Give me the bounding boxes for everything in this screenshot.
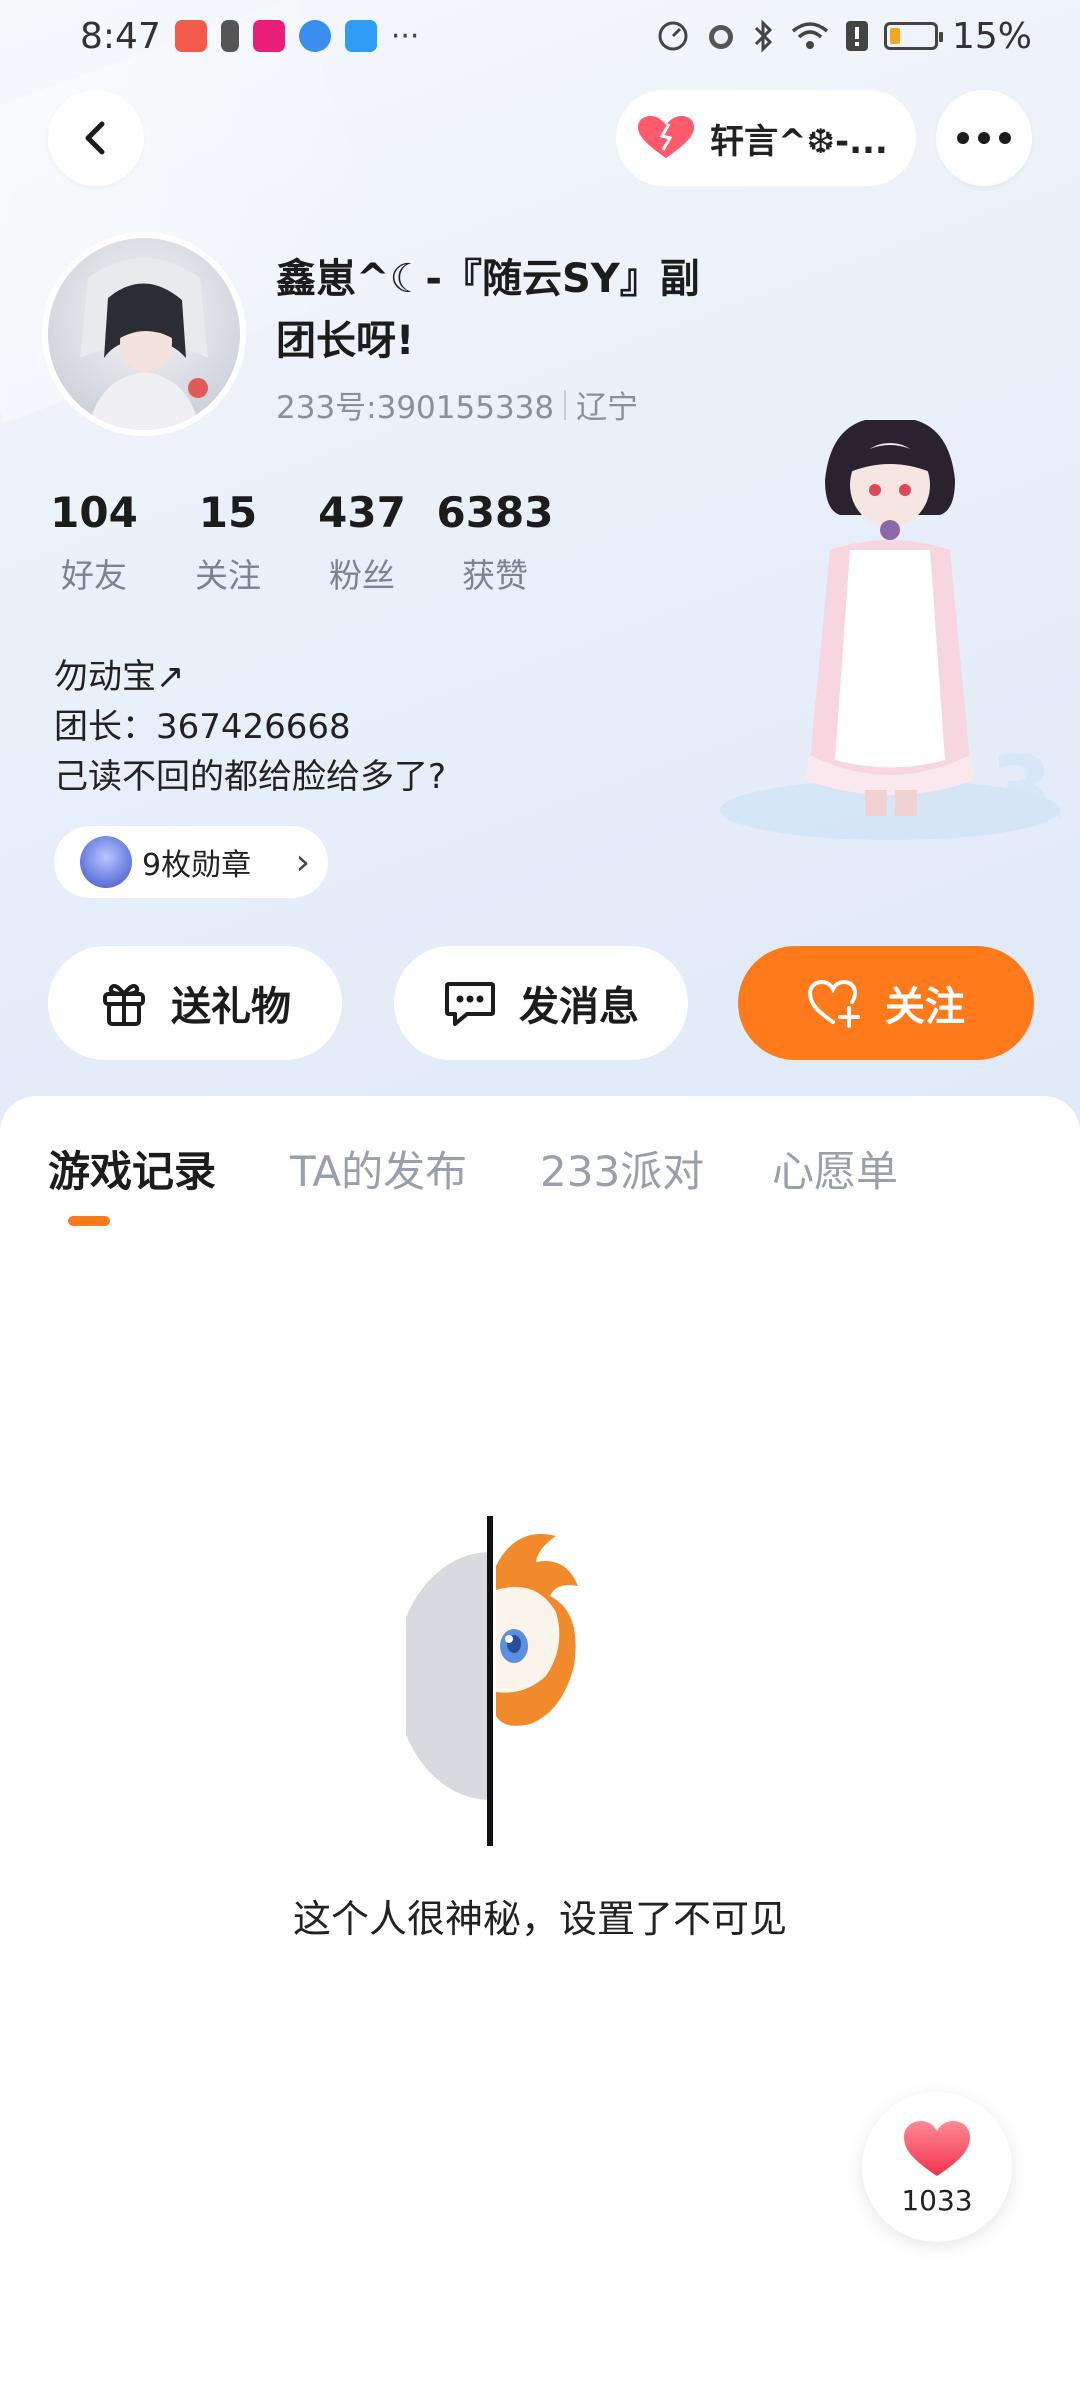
tab-indicator (68, 1216, 110, 1226)
alarm-icon (708, 25, 733, 49)
back-button[interactable] (48, 90, 144, 186)
hidden-content-illustration (406, 1516, 578, 1846)
stat-value: 6383 (436, 488, 554, 537)
like-count: 1033 (901, 2183, 973, 2217)
stat-label: 获赞 (462, 556, 528, 595)
send-message-label: 发消息 (519, 984, 639, 1030)
profile-hero: 8:47 ··· 15% 轩言^❆-... 鑫崽^☾-『随云SY』副团长呀! 2… (0, 0, 1080, 1140)
uid-line: 233号:390155338 辽宁 (276, 382, 638, 427)
stat-fans[interactable]: 437 粉丝 (318, 488, 406, 597)
gift-icon (103, 984, 145, 1026)
visitor-name: 轩言^❆-... (710, 121, 888, 162)
stat-label: 关注 (195, 556, 261, 595)
huawei-app-icon (174, 20, 207, 52)
avatar-image (48, 238, 240, 430)
bio: 勿动宝↗ 团长：367426668 己读不回的都给脸给多了? (54, 652, 446, 802)
divider (564, 389, 567, 420)
stat-friends[interactable]: 104 好友 (50, 488, 138, 597)
stat-value: 15 (198, 488, 258, 537)
tab-game-records[interactable]: 游戏记录 (48, 1138, 216, 1199)
avatar-illustration (80, 258, 208, 430)
send-gift-label: 送礼物 (171, 984, 291, 1030)
content-panel: 游戏记录 TA的发布 233派对 心愿单 这个人很神秘，设置了不可见 1033 (0, 1096, 1080, 2400)
stat-following[interactable]: 15 关注 (186, 488, 270, 597)
weather-icon (344, 20, 377, 52)
stat-likes[interactable]: 6383 获赞 (437, 488, 554, 597)
action-row: 送礼物 发消息 关注 (48, 946, 1034, 1060)
app-icon (252, 20, 285, 52)
chevron-right-icon: › (295, 841, 310, 883)
battery-saver-icon (220, 20, 239, 52)
avatar[interactable] (42, 232, 246, 436)
heart-icon (904, 2120, 970, 2176)
badge-icon (80, 836, 132, 888)
bio-line: 己读不回的都给脸给多了? (54, 757, 447, 797)
bio-line: 团长：367426668 (54, 707, 351, 747)
more-dots-icon (957, 132, 1011, 144)
alert-icon (845, 21, 868, 51)
avatar-character-image: 33 (720, 420, 1060, 842)
stat-value: 437 (318, 488, 406, 537)
more-button[interactable] (936, 90, 1032, 186)
uid-text: 233号:390155338 (276, 390, 555, 426)
more-notifications-indicator: ··· (390, 18, 420, 54)
battery-percent: 15% (951, 15, 1032, 57)
badge-text: 9枚勋章 (142, 848, 252, 883)
speed-icon (658, 21, 688, 51)
stat-label: 好友 (61, 556, 127, 595)
follow-button[interactable]: 关注 (738, 946, 1034, 1060)
empty-state-text: 这个人很神秘，设置了不可见 (292, 1897, 787, 1941)
bio-line: 勿动宝↗ (54, 657, 185, 697)
heart-plus-icon (807, 979, 860, 1028)
like-button[interactable]: 1033 (862, 2092, 1012, 2242)
tab-233-party[interactable]: 233派对 (540, 1138, 704, 1199)
tab-posts[interactable]: TA的发布 (290, 1138, 467, 1199)
heart-icon (638, 116, 694, 158)
chat-bubble-icon (445, 982, 495, 1026)
location-text: 辽宁 (576, 390, 639, 426)
send-gift-button[interactable]: 送礼物 (48, 946, 342, 1060)
profile-name: 鑫崽^☾-『随云SY』副团长呀! (276, 256, 700, 364)
stat-value: 104 (50, 488, 138, 537)
visitor-pill[interactable]: 轩言^❆-... (616, 90, 916, 186)
tab-wishlist[interactable]: 心愿单 (772, 1138, 898, 1199)
browser-icon (298, 20, 331, 52)
stats-row: 104 好友 15 关注 437 粉丝 6383 获赞 (50, 488, 554, 597)
follow-label: 关注 (885, 984, 965, 1030)
battery-icon (883, 22, 943, 50)
bluetooth-icon (754, 19, 773, 53)
status-bar: 8:47 ··· 15% (0, 0, 1080, 72)
status-time: 8:47 (80, 15, 161, 57)
svg-text:33: 33 (990, 737, 1060, 842)
badges-button[interactable]: 9枚勋章 › (54, 826, 328, 898)
send-message-button[interactable]: 发消息 (394, 946, 688, 1060)
stat-label: 粉丝 (329, 556, 395, 595)
wifi-icon (791, 22, 829, 49)
chevron-left-icon (85, 121, 105, 155)
